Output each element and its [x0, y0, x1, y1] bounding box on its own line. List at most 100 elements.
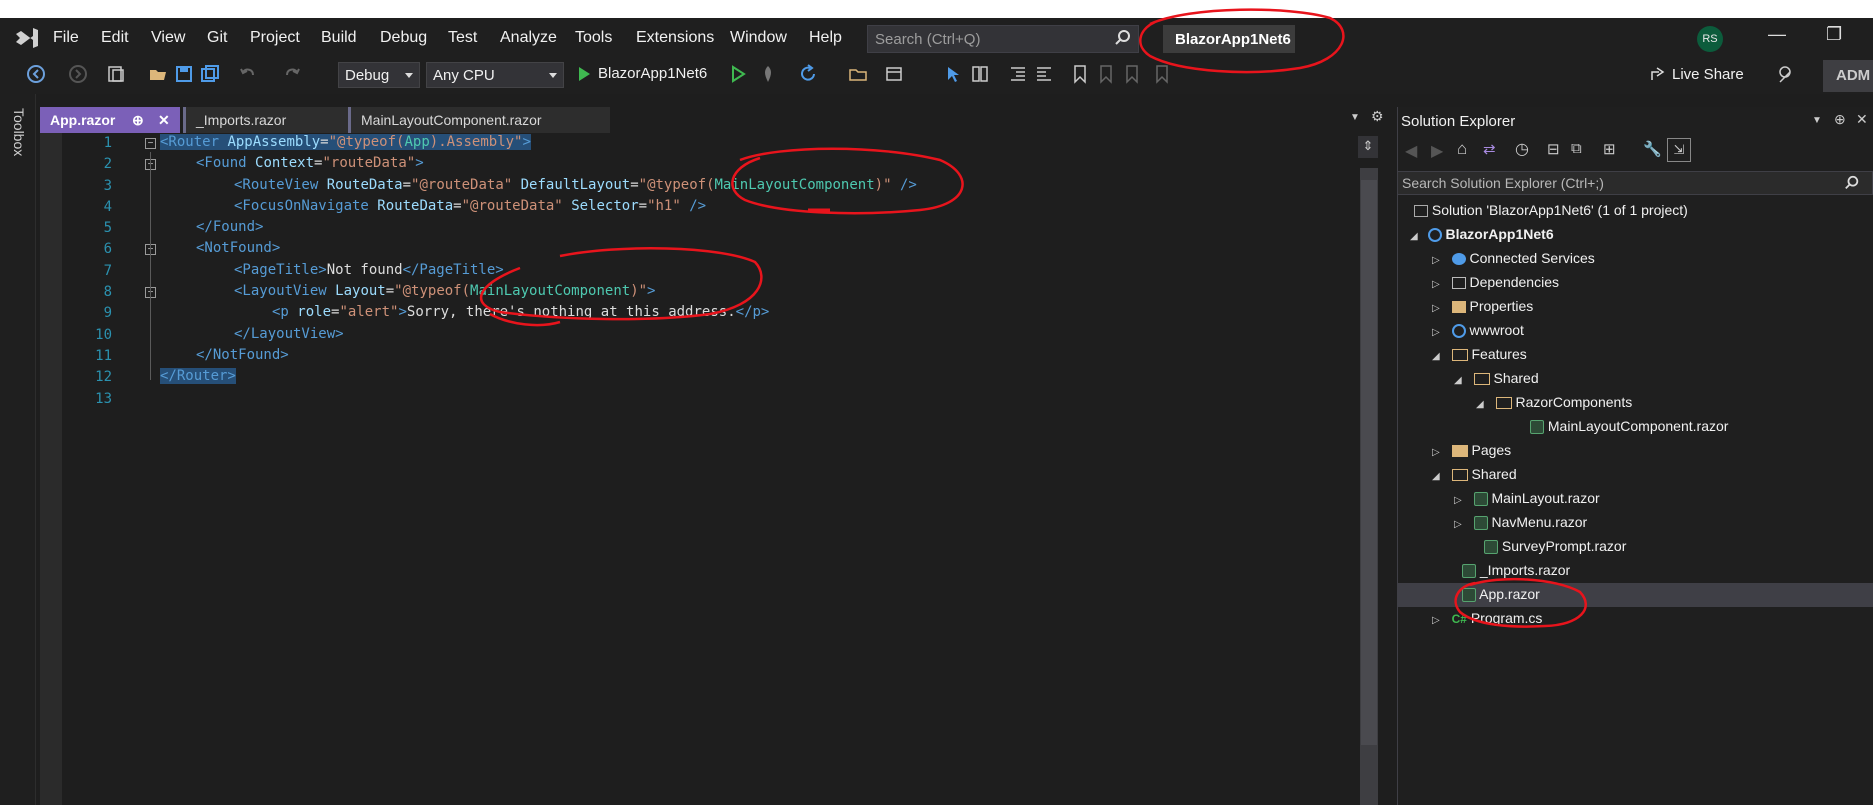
tree-item-wwwroot[interactable]: ▷ wwwroot — [1432, 322, 1524, 339]
tree-item-project[interactable]: ◢ BlazorApp1Net6 — [1410, 226, 1554, 243]
collapse-toggle[interactable]: − — [145, 138, 156, 149]
tab-list-dropdown-icon[interactable]: ▼ — [1350, 112, 1360, 123]
search-input[interactable]: Search (Ctrl+Q) — [867, 25, 1139, 53]
menu-help[interactable]: Help — [809, 29, 842, 47]
filter-icon[interactable]: ⊞ — [1603, 140, 1616, 158]
solution-explorer-search-input[interactable]: Search Solution Explorer (Ctrl+;) — [1397, 171, 1873, 195]
tree-item-properties[interactable]: ▷ Properties — [1432, 298, 1533, 314]
refresh-icon[interactable] — [798, 64, 818, 84]
expander-collapsed-icon[interactable]: ▷ — [1432, 327, 1440, 338]
properties-wrench-icon[interactable]: 🔧 — [1643, 140, 1662, 158]
tree-item-app-razor[interactable]: App.razor — [1462, 586, 1540, 603]
pending-changes-icon[interactable]: ◷ — [1515, 139, 1529, 159]
next-bookmark-icon[interactable] — [1122, 64, 1142, 84]
close-panel-icon[interactable]: ✕ — [1856, 111, 1868, 128]
code-line-6[interactable]: <NotFound> — [196, 240, 280, 256]
undo-icon[interactable] — [238, 64, 258, 84]
tree-item-mainlayout-razor[interactable]: ▷ MainLayout.razor — [1454, 490, 1600, 507]
code-line-9[interactable]: <p role="alert">Sorry, there's nothing a… — [272, 304, 769, 320]
expander-collapsed-icon[interactable]: ▷ — [1432, 615, 1440, 626]
tree-item-program-cs[interactable]: ▷ C# Program.cs — [1432, 610, 1542, 626]
menu-edit[interactable]: Edit — [101, 29, 129, 47]
collapse-all-icon[interactable]: ⊟ — [1547, 140, 1560, 158]
restore-icon[interactable]: ❐ — [1826, 24, 1842, 45]
menu-debug[interactable]: Debug — [380, 29, 427, 47]
window-position-dropdown-icon[interactable]: ▼ — [1812, 115, 1822, 126]
start-without-debugging-icon[interactable] — [728, 64, 748, 84]
switch-views-icon[interactable]: ⇄ — [1483, 140, 1496, 158]
settings-gear-icon[interactable]: ⚙ — [1371, 108, 1384, 125]
tree-item-razorcomponents[interactable]: ◢ RazorComponents — [1476, 394, 1632, 410]
start-debugging-icon[interactable] — [574, 64, 594, 84]
menu-git[interactable]: Git — [207, 29, 227, 47]
toolbox-tab[interactable]: Toolbox — [11, 108, 27, 156]
outdent-icon[interactable] — [1034, 64, 1054, 84]
expander-collapsed-icon[interactable]: ▷ — [1432, 303, 1440, 314]
tree-item-shared[interactable]: ◢ Shared — [1432, 466, 1517, 482]
tree-item-navmenu-razor[interactable]: ▷ NavMenu.razor — [1454, 514, 1587, 531]
split-editor-icon[interactable]: ⇕ — [1358, 136, 1378, 158]
menu-file[interactable]: File — [53, 29, 79, 47]
forward-icon[interactable] — [68, 64, 88, 84]
tree-item-connected-services[interactable]: ▷ Connected Services — [1432, 250, 1595, 266]
feedback-icon[interactable] — [1776, 64, 1796, 84]
preview-selected-items-icon[interactable]: ⇲ — [1667, 138, 1691, 162]
menu-tools[interactable]: Tools — [575, 29, 612, 47]
configuration-select[interactable]: Debug — [338, 62, 420, 88]
layout-icon[interactable] — [970, 64, 990, 84]
expander-collapsed-icon[interactable]: ▷ — [1432, 447, 1440, 458]
save-all-icon[interactable] — [200, 64, 220, 84]
redo-icon[interactable] — [282, 64, 302, 84]
tree-item-features-shared[interactable]: ◢ Shared — [1454, 370, 1539, 386]
tree-item-features[interactable]: ◢ Features — [1432, 346, 1527, 362]
live-share-button[interactable]: Live Share — [1672, 66, 1744, 83]
code-line-5[interactable]: </Found> — [196, 219, 263, 235]
solution-folder-icon[interactable] — [848, 64, 868, 84]
menu-view[interactable]: View — [151, 29, 185, 47]
code-line-11[interactable]: </NotFound> — [196, 347, 289, 363]
minimize-icon[interactable]: — — [1768, 24, 1786, 45]
visual-studio-logo-icon[interactable] — [14, 26, 40, 50]
tree-item-pages[interactable]: ▷ Pages — [1432, 442, 1511, 458]
tab-mainlayoutcomponent-razor[interactable]: MainLayoutComponent.razor — [348, 107, 610, 133]
tree-item-surveyprompt-razor[interactable]: SurveyPrompt.razor — [1484, 538, 1626, 555]
back-icon[interactable] — [26, 64, 46, 84]
tab-app-razor[interactable]: App.razor ⊕ ✕ — [40, 107, 180, 133]
previous-bookmark-icon[interactable] — [1096, 64, 1116, 84]
code-line-4[interactable]: <FocusOnNavigate RouteData="@routeData" … — [234, 198, 706, 214]
bookmark-icon[interactable] — [1070, 64, 1090, 84]
show-all-files-icon[interactable]: ⧉ — [1571, 140, 1582, 157]
tree-item-dependencies[interactable]: ▷ Dependencies — [1432, 274, 1559, 290]
menu-test[interactable]: Test — [448, 29, 477, 47]
code-line-1[interactable]: <Router AppAssembly="@typeof(App).Assemb… — [160, 134, 531, 150]
run-target-button[interactable]: BlazorApp1Net6 — [598, 65, 707, 82]
scrollbar-thumb[interactable] — [1361, 180, 1377, 745]
hot-reload-icon[interactable] — [758, 64, 778, 84]
live-share-icon[interactable] — [1648, 64, 1668, 84]
tree-item-imports-razor[interactable]: _Imports.razor — [1462, 562, 1570, 579]
save-icon[interactable] — [174, 64, 194, 84]
code-line-12[interactable]: </Router> — [160, 368, 236, 384]
home-icon[interactable]: ⌂ — [1457, 139, 1467, 159]
menu-window[interactable]: Window — [730, 29, 787, 47]
auto-hide-pin-icon[interactable]: ⊕ — [1834, 111, 1846, 128]
expander-collapsed-icon[interactable]: ▷ — [1454, 495, 1462, 506]
expander-expanded-icon[interactable]: ◢ — [1410, 231, 1418, 242]
menu-analyze[interactable]: Analyze — [500, 29, 557, 47]
code-line-10[interactable]: </LayoutView> — [234, 326, 344, 342]
platform-select[interactable]: Any CPU — [426, 62, 564, 88]
expander-collapsed-icon[interactable]: ▷ — [1454, 519, 1462, 530]
expander-collapsed-icon[interactable]: ▷ — [1432, 279, 1440, 290]
code-line-3[interactable]: <RouteView RouteData="@routeData" Defaul… — [234, 177, 917, 193]
pin-icon[interactable]: ⊕ — [132, 112, 144, 129]
tab-imports-razor[interactable]: _Imports.razor — [183, 107, 353, 133]
clear-bookmarks-icon[interactable] — [1152, 64, 1172, 84]
solution-name-badge[interactable]: BlazorApp1Net6 — [1163, 25, 1295, 53]
new-project-icon[interactable] — [106, 64, 126, 84]
browser-link-icon[interactable] — [884, 64, 904, 84]
user-avatar[interactable]: RS — [1697, 26, 1723, 52]
tree-item-solution[interactable]: Solution 'BlazorApp1Net6' (1 of 1 projec… — [1414, 202, 1688, 218]
expander-expanded-icon[interactable]: ◢ — [1476, 399, 1484, 410]
menu-build[interactable]: Build — [321, 29, 357, 47]
expander-expanded-icon[interactable]: ◢ — [1454, 375, 1462, 386]
